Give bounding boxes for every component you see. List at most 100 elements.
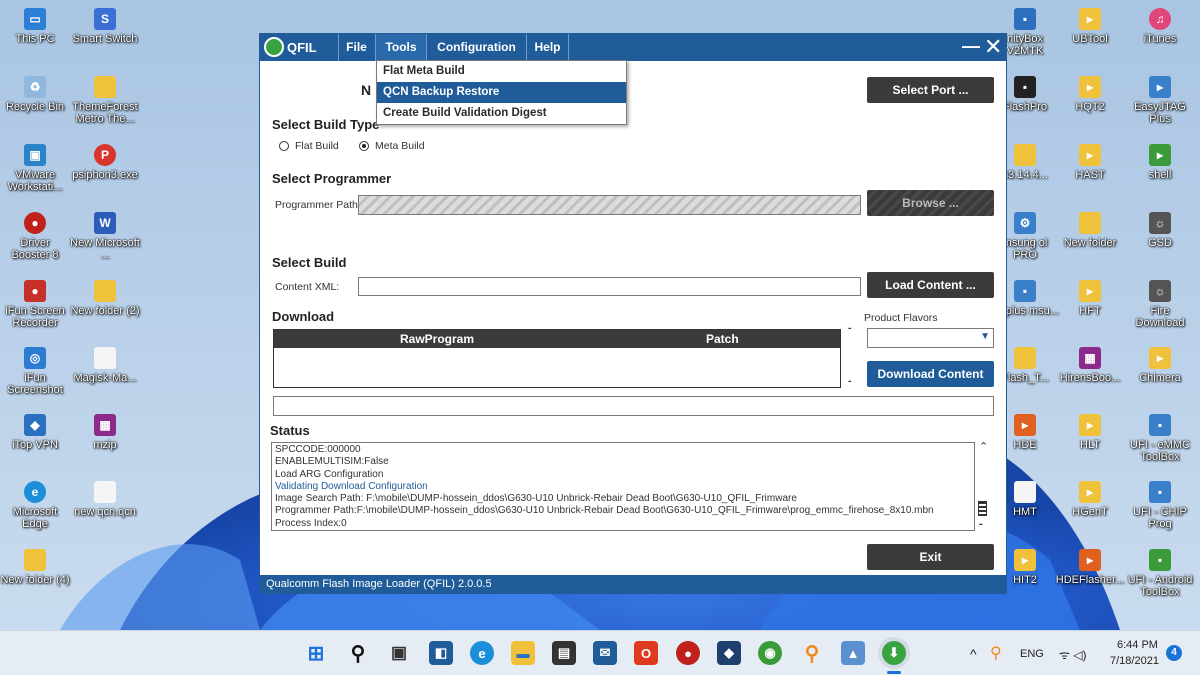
shortcut-icon: ▸ (1079, 549, 1101, 571)
content-xml-input[interactable] (358, 277, 861, 296)
menu-help[interactable]: Help (526, 34, 569, 61)
clock-time[interactable]: 6:44 PM (1117, 639, 1158, 651)
desktop-icon-itop-vpn[interactable]: ◆ iTop VPN (0, 414, 70, 451)
desktop-icon-shell[interactable]: ▸ shell (1125, 144, 1195, 181)
search-icon[interactable]: ⚲ (346, 641, 370, 665)
qfil-window: QFIL File Tools Configuration Help — ✕ F… (259, 33, 1007, 594)
desktop-icon-hirens[interactable]: ▦ HirensBoo... (1055, 347, 1125, 384)
desktop-icon-new-folder-2[interactable]: New folder (2) (70, 280, 140, 317)
select-build-type-title: Select Build Type (272, 117, 380, 132)
driver-booster-icon[interactable]: ● (676, 641, 700, 665)
desktop-icon-ufi-emmc[interactable]: ▪ UFI - eMMC ToolBox (1125, 414, 1195, 463)
desktop-icon-themeforest[interactable]: ThemeForest Metro The... (70, 76, 140, 125)
flat-build-radio[interactable] (279, 141, 289, 151)
office-icon[interactable]: O (634, 641, 658, 665)
desktop-icon-this-pc[interactable]: ▭ This PC (0, 8, 70, 45)
desktop-icon-mzip[interactable]: ▦ mzip (70, 414, 140, 451)
scroll-down-icon[interactable]: - (979, 518, 983, 530)
desktop-icon-new-word[interactable]: W New Microsoft ... (70, 212, 140, 261)
menu-tools[interactable]: Tools (375, 34, 426, 61)
search-app-icon[interactable]: ⚲ (800, 641, 824, 665)
desktop-icon-hast[interactable]: ▸ HAST (1055, 144, 1125, 181)
qfil-taskbar-icon[interactable]: ⬇ (882, 641, 906, 665)
folder-icon (1079, 212, 1101, 234)
shortcut-icon: ▸ (1014, 414, 1036, 436)
wifi-sound-icon[interactable]: ᯤ ◁) (1059, 646, 1087, 663)
vmware-icon: ▣ (24, 144, 46, 166)
notification-badge[interactable]: 4 (1166, 645, 1182, 661)
shortcut-icon: ▸ (1079, 280, 1101, 302)
desktop-icon-new-folder[interactable]: New folder (1055, 212, 1125, 249)
desktop-icon-gsd[interactable]: ☼ GSD (1125, 212, 1195, 249)
desktop-icon-ufi-chip[interactable]: ▪ UFI - CHIP Prog (1125, 481, 1195, 530)
minimize-button[interactable]: — (962, 36, 980, 57)
desktop-icon-ifun-recorder[interactable]: ● iFun Screen Recorder (0, 280, 70, 329)
task-view-icon[interactable]: ▣ (387, 641, 411, 665)
desktop-icon-ifun-screenshot[interactable]: ◎ iFun Screenshot (0, 347, 70, 396)
load-content-button[interactable]: Load Content ... (867, 272, 994, 298)
itop-vpn-icon[interactable]: ◆ (717, 641, 741, 665)
port-status-label: N (361, 82, 372, 98)
shortcut-icon: ▸ (1079, 8, 1101, 30)
desktop-icon-chimera[interactable]: ▸ Chimera (1125, 347, 1195, 384)
menu-configuration[interactable]: Configuration (426, 34, 526, 61)
language-indicator[interactable]: ENG (1020, 648, 1044, 660)
shortcut-icon: ▸ (1149, 347, 1171, 369)
scrollbar-thumb[interactable] (978, 501, 987, 516)
menu-item-create-build-validation-digest[interactable]: Create Build Validation Digest (377, 103, 626, 124)
close-button[interactable]: ✕ (984, 34, 1002, 60)
desktop-icon-ufi-android[interactable]: ▪ UFI - Android ToolBox (1125, 549, 1195, 598)
desktop-icon-psiphon[interactable]: Ppsiphon3.exe (70, 144, 140, 181)
download-table-header: RawProgram Patch (274, 330, 840, 348)
title-bar[interactable]: QFIL File Tools Configuration Help — ✕ (260, 34, 1006, 61)
scroll-up-icon[interactable]: ⌃ (979, 440, 988, 453)
product-flavors-select[interactable]: ▼ (867, 328, 994, 348)
status-log[interactable]: SPCCODE:000000 ENABLEMULTISIM:False Load… (271, 442, 975, 531)
edge-icon[interactable]: e (470, 641, 494, 665)
status-line: SPCCODE:000000 (275, 444, 361, 455)
download-table[interactable]: RawProgram Patch (273, 329, 841, 388)
desktop-icon-edge[interactable]: e Microsoft Edge (0, 481, 70, 530)
chrome-icon[interactable]: ◉ (758, 641, 782, 665)
desktop-icon-ubtool[interactable]: ▸ UBTool (1055, 8, 1125, 45)
widgets-icon[interactable]: ◧ (429, 641, 453, 665)
desktop-icon-fire-download[interactable]: ☼ Fire Download (1125, 280, 1195, 329)
desktop-icon-itunes[interactable]: ♫ iTunes (1125, 8, 1195, 45)
menu-item-flat-meta-build[interactable]: Flat Meta Build (377, 61, 626, 82)
folder-icon (94, 280, 116, 302)
exit-button[interactable]: Exit (867, 544, 994, 570)
desktop-icon-magisk[interactable]: Magisk-Ma... (70, 347, 140, 384)
shortcut-icon: ▸ (1079, 76, 1101, 98)
vpn-icon: ◆ (24, 414, 46, 436)
mail-icon[interactable]: ✉ (593, 641, 617, 665)
menu-file[interactable]: File (338, 34, 374, 61)
desktop-icon-easyjtag[interactable]: ▸ EasyJTAG Plus (1125, 76, 1195, 125)
desktop-icon-recycle-bin[interactable]: ♻ Recycle Bin (0, 76, 70, 113)
meta-build-radio[interactable] (359, 141, 369, 151)
chevron-up-icon[interactable]: ^ (970, 646, 977, 662)
desktop-icon-hdeflasher[interactable]: ▸ HDEFlasher... (1055, 549, 1125, 586)
status-line: Validating Download Configuration (275, 480, 428, 492)
desktop-icon-driver-booster[interactable]: ● Driver Booster 8 (0, 212, 70, 261)
store-icon[interactable]: ▤ (552, 641, 576, 665)
download-content-button[interactable]: Download Content (867, 361, 994, 387)
clock-date[interactable]: 7/18/2021 (1110, 655, 1159, 667)
desktop-icon-vmware[interactable]: ▣ VMware Workstati... (0, 144, 70, 193)
file-explorer-icon[interactable]: ▬ (511, 641, 535, 665)
desktop-icon-hft[interactable]: ▸ HFT (1055, 280, 1125, 317)
photos-icon[interactable]: ▲ (841, 641, 865, 665)
menu-item-qcn-backup-restore[interactable]: QCN Backup Restore (377, 82, 626, 103)
octoplus-icon: ▪ (1014, 280, 1036, 302)
select-port-button[interactable]: Select Port ... (867, 77, 994, 103)
desktop-icon-smart-switch[interactable]: S Smart Switch (70, 8, 140, 45)
desktop-icon-new-folder-4[interactable]: New folder (4) (0, 549, 70, 586)
desktop-icon-hqt2[interactable]: ▸ HQT2 (1055, 76, 1125, 113)
status-line: Process Index:0 (275, 517, 347, 529)
column-rawprogram: RawProgram (400, 332, 475, 346)
select-build-title: Select Build (272, 255, 347, 270)
desktop-icon-hgent[interactable]: ▸ HGenT (1055, 481, 1125, 518)
search-tray-icon[interactable]: ⚲ (990, 643, 1002, 663)
start-icon[interactable]: ⊞ (304, 641, 328, 665)
desktop-icon-hlt[interactable]: ▸ HLT (1055, 414, 1125, 451)
desktop-icon-new-qcn[interactable]: new qcn.qcn (70, 481, 140, 518)
